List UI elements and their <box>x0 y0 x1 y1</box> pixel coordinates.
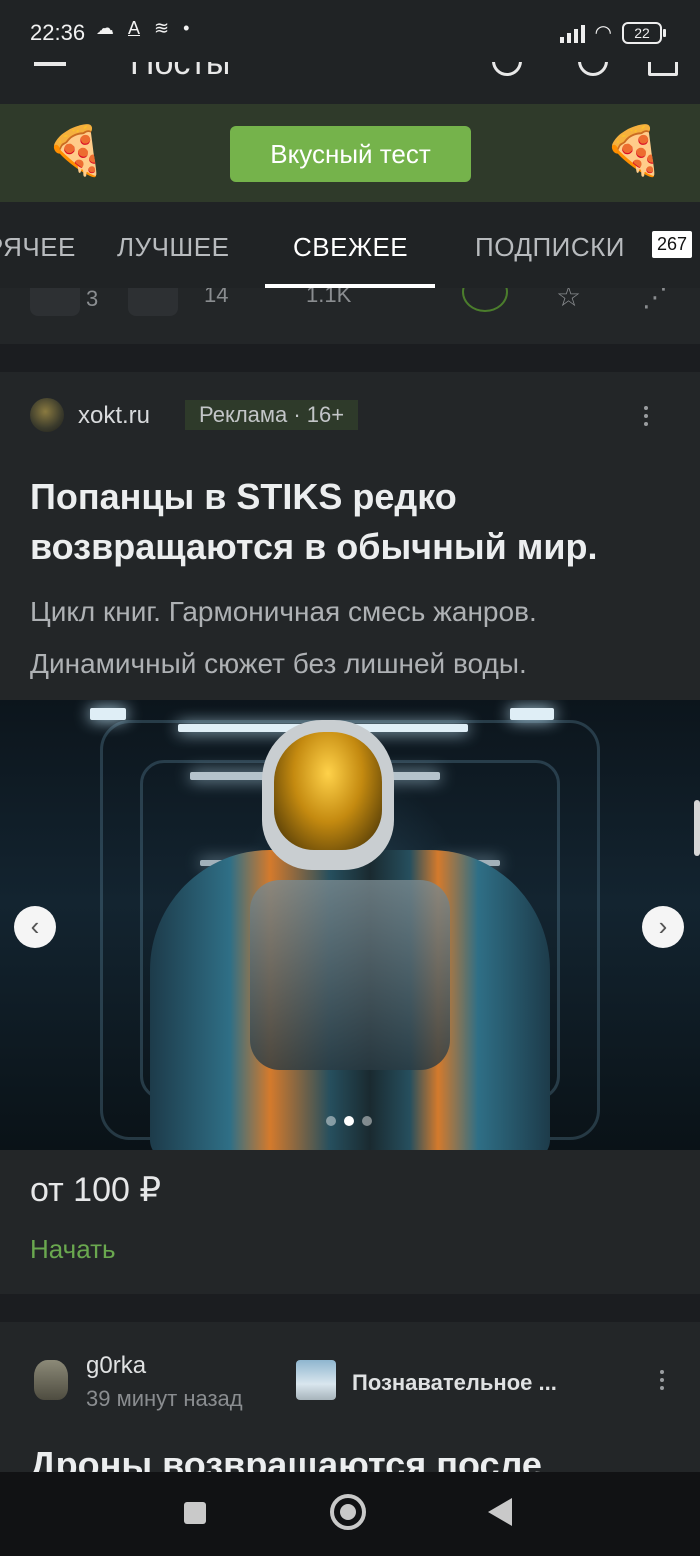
back-button[interactable] <box>488 1498 512 1526</box>
ad-cta-link[interactable]: Начать <box>30 1234 116 1265</box>
page-title: Посты <box>130 62 231 82</box>
app-bar: Посты <box>0 62 700 104</box>
battery-icon: 22 <box>622 21 666 44</box>
pizza-icon: 🍕 <box>46 125 106 178</box>
star-icon[interactable]: ☆ <box>556 288 581 313</box>
views-count: 1.1K <box>306 288 352 307</box>
comments-count[interactable]: 14 <box>204 288 228 308</box>
status-time: 22:36 <box>30 20 86 45</box>
tab-best[interactable]: ЛУЧШЕЕ <box>117 232 229 263</box>
ad-card: xokt.ru Реклама · 16+ Попанцы в STIKS ре… <box>0 372 700 1294</box>
post-card: g0rka 39 минут назад Познавательное ... … <box>0 1322 700 1472</box>
dot-icon: • <box>183 18 190 38</box>
signal-icon <box>559 23 585 43</box>
layers-icon: ≋ <box>154 18 170 38</box>
cloud-icon: ☁ <box>96 18 114 38</box>
ad-description: Цикл книг. Гармоничная смесь жанров. Дин… <box>30 596 537 679</box>
font-icon: A <box>128 18 141 38</box>
menu-icon[interactable] <box>34 62 66 66</box>
status-bar: 22:36 ☁ A ≋ • ◠ 22 <box>0 0 700 62</box>
home-button[interactable] <box>330 1494 366 1530</box>
carousel-dot[interactable] <box>362 1116 372 1126</box>
donate-icon[interactable] <box>462 288 508 312</box>
post-author[interactable]: g0rka <box>86 1352 146 1380</box>
community-name[interactable]: Познавательное ... <box>352 1370 557 1396</box>
ad-price: от 100 ₽ <box>30 1171 161 1209</box>
recent-apps-button[interactable] <box>184 1502 206 1524</box>
community-avatar[interactable] <box>296 1360 336 1400</box>
ad-title[interactable]: Попанцы в STIKS редко возвращаются в обы… <box>30 472 670 572</box>
feed-tabs: ГОРЯЧЕЕ ЛУЧШЕЕ СВЕЖЕЕ ПОДПИСКИ 267 <box>0 202 700 288</box>
battery-level: 22 <box>634 24 650 41</box>
system-nav-bar <box>0 1472 700 1556</box>
tab-subscriptions[interactable]: ПОДПИСКИ <box>475 232 625 263</box>
carousel-prev-button[interactable]: ‹ <box>14 906 56 948</box>
post-title[interactable]: Дроны возвращаются после <box>30 1444 542 1472</box>
search-icon[interactable] <box>492 62 522 76</box>
carousel-dot[interactable] <box>326 1116 336 1126</box>
scrollbar-thumb[interactable] <box>694 800 700 856</box>
ad-carousel-image[interactable]: ‹ › <box>0 700 700 1150</box>
filter-icon[interactable] <box>648 62 678 76</box>
ad-badge: Реклама · 16+ <box>185 400 359 430</box>
advertiser-avatar <box>30 398 64 432</box>
more-options-icon[interactable] <box>643 406 649 430</box>
share-icon[interactable]: ⋰ <box>642 288 668 313</box>
downvote-button[interactable] <box>128 288 178 316</box>
post-time: 39 минут назад <box>86 1386 243 1411</box>
promo-button[interactable]: Вкусный тест <box>230 126 471 182</box>
carousel-indicator <box>326 1116 372 1126</box>
subscriptions-count-badge: 267 <box>652 231 693 258</box>
vote-count: 3 <box>86 288 99 311</box>
tab-hot[interactable]: ГОРЯЧЕЕ <box>0 232 76 263</box>
upvote-button[interactable] <box>30 288 80 316</box>
advertiser-name[interactable]: xokt.ru <box>78 402 150 430</box>
wifi-icon: ◠ <box>594 22 612 44</box>
carousel-dot-active[interactable] <box>344 1116 354 1126</box>
tab-fresh[interactable]: СВЕЖЕЕ <box>293 232 408 263</box>
previous-post-footer: 3 14 1.1K ☆ ⋰ <box>0 288 700 344</box>
more-options-icon[interactable] <box>659 1370 665 1394</box>
author-avatar[interactable] <box>34 1360 68 1400</box>
refresh-icon[interactable] <box>578 62 608 76</box>
carousel-next-button[interactable]: › <box>642 906 684 948</box>
pizza-icon: 🍕 <box>604 125 664 178</box>
